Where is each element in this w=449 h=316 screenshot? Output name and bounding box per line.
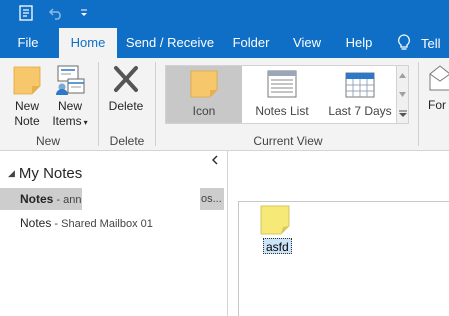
- group-divider: [155, 62, 156, 146]
- chevron-up-icon: [399, 73, 406, 78]
- ribbon-tabs: File Home Send / Receive Folder View Hel…: [0, 26, 449, 58]
- gallery-scroll-down[interactable]: [396, 85, 408, 104]
- current-view-gallery: Icon Notes List Last 7 Days: [165, 65, 409, 124]
- delete-button[interactable]: Delete: [106, 64, 146, 114]
- folder-owner: - ann: [53, 194, 82, 206]
- tab-home[interactable]: Home: [59, 28, 117, 58]
- customize-dropdown-icon[interactable]: [74, 3, 94, 23]
- redacted-block: [82, 188, 200, 210]
- current-view-group-label: Current View: [253, 134, 323, 148]
- new-items-label-1: New: [57, 99, 82, 113]
- new-group-label: New: [35, 134, 60, 148]
- chevron-down-icon: ▾: [83, 118, 88, 127]
- folder-name: Notes: [20, 192, 54, 206]
- expand-triangle-icon: ◢: [8, 168, 15, 178]
- chevron-left-icon: [211, 155, 218, 165]
- new-note-icon: [13, 66, 41, 95]
- new-note-label-2: Note: [14, 114, 40, 128]
- sticky-note-icon: [260, 205, 290, 235]
- new-note-label-1: New: [14, 99, 39, 113]
- new-items-icon: [56, 65, 85, 95]
- forward-label: For: [428, 98, 446, 112]
- note-title[interactable]: asfd: [263, 238, 292, 254]
- view-last-7-days-option[interactable]: Last 7 Days: [322, 66, 398, 123]
- folder-owner: - Shared Mailbox 01: [51, 218, 153, 230]
- gallery-scroll-up[interactable]: [396, 66, 408, 85]
- collapse-pane-button[interactable]: [209, 153, 221, 167]
- forward-icon: [429, 65, 449, 91]
- folder-tail: os...: [201, 193, 222, 205]
- tell-me-label: Tell: [421, 35, 441, 51]
- undo-icon[interactable]: [46, 3, 66, 23]
- delete-icon: [114, 66, 138, 92]
- folder-name: Notes: [20, 216, 52, 230]
- forward-button[interactable]: For: [428, 64, 449, 113]
- tab-help[interactable]: Help: [339, 28, 379, 58]
- new-items-label-2: Items ▾: [52, 114, 88, 128]
- view-notes-list-option[interactable]: Notes List: [244, 66, 320, 123]
- view-notes-list-label: Notes List: [255, 104, 309, 118]
- folder-item-notes-shared[interactable]: Notes - Shared Mailbox 01: [20, 212, 153, 234]
- delete-group-label: Delete: [109, 134, 145, 148]
- list-icon: [267, 70, 297, 98]
- note-icon: [190, 70, 218, 98]
- new-items-button[interactable]: New Items ▾: [50, 64, 90, 130]
- calendar-icon: [345, 72, 375, 98]
- title-bar: [0, 0, 449, 26]
- my-notes-header[interactable]: ◢ My Notes: [8, 165, 82, 182]
- my-notes-label: My Notes: [18, 165, 83, 182]
- view-last-7-days-label: Last 7 Days: [328, 104, 392, 118]
- lightbulb-icon: [398, 34, 410, 50]
- delete-label: Delete: [108, 99, 144, 113]
- app-icon[interactable]: [16, 3, 36, 23]
- view-icon-label: Icon: [192, 104, 216, 118]
- tab-view[interactable]: View: [285, 28, 329, 58]
- gallery-more[interactable]: [396, 104, 408, 123]
- view-icon-option[interactable]: Icon: [166, 66, 242, 123]
- more-icon: [398, 110, 407, 117]
- tab-file[interactable]: File: [8, 28, 48, 58]
- note-item[interactable]: [260, 205, 290, 235]
- group-divider: [418, 62, 419, 146]
- chevron-down-icon: [399, 92, 406, 97]
- tell-me-search[interactable]: Tell: [397, 28, 441, 58]
- tab-send-receive[interactable]: Send / Receive: [122, 28, 218, 58]
- group-divider: [98, 62, 99, 146]
- ribbon: New Note New Items ▾ New Delete Delete I…: [0, 58, 449, 151]
- tab-folder[interactable]: Folder: [226, 28, 276, 58]
- folder-item-notes-selected[interactable]: Notes - ann os...: [0, 188, 224, 210]
- new-note-button[interactable]: New Note: [8, 64, 46, 129]
